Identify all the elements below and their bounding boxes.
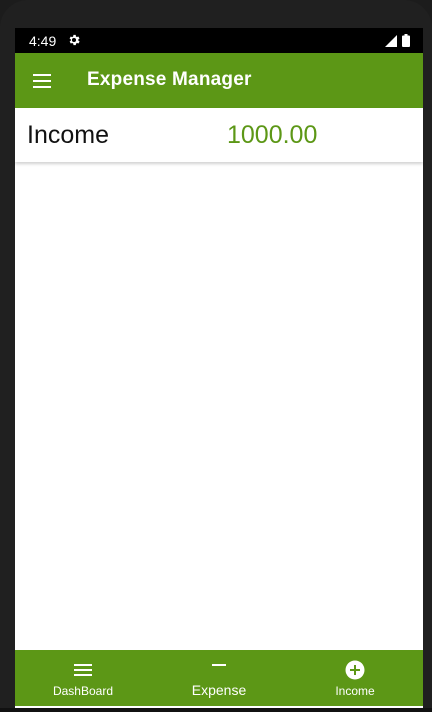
menu-button[interactable] bbox=[27, 66, 57, 96]
income-summary-row: Income 1000.00 bbox=[15, 108, 423, 162]
nav-item-dashboard[interactable]: DashBoard bbox=[15, 650, 151, 706]
status-time: 4:49 bbox=[29, 33, 57, 49]
battery-icon bbox=[402, 34, 410, 47]
income-amount: 1000.00 bbox=[227, 121, 318, 149]
signal-icon bbox=[385, 35, 397, 47]
nav-label-dashboard: DashBoard bbox=[52, 684, 114, 698]
app-bar: Expense Manager bbox=[15, 53, 423, 108]
minus-icon bbox=[212, 664, 226, 666]
income-label: Income bbox=[27, 121, 109, 149]
bottom-navigation: DashBoard Expense Income bbox=[15, 650, 423, 706]
nav-label-expense: Expense bbox=[191, 682, 247, 698]
nav-item-expense[interactable]: Expense bbox=[151, 650, 287, 706]
app-screen: 4:49 Expense Manager Income 1000.00 Dash… bbox=[15, 28, 423, 708]
gear-icon bbox=[69, 34, 80, 46]
nav-item-income[interactable]: Income bbox=[287, 650, 423, 706]
status-bar: 4:49 bbox=[15, 28, 423, 53]
device-bottom-edge bbox=[0, 708, 432, 712]
page-title: Expense Manager bbox=[87, 69, 252, 90]
device-frame: 4:49 Expense Manager Income 1000.00 Dash… bbox=[0, 0, 432, 712]
list-icon bbox=[74, 664, 92, 676]
add-circle-icon bbox=[345, 660, 365, 680]
nav-label-income: Income bbox=[335, 684, 375, 698]
menu-icon bbox=[33, 74, 51, 88]
